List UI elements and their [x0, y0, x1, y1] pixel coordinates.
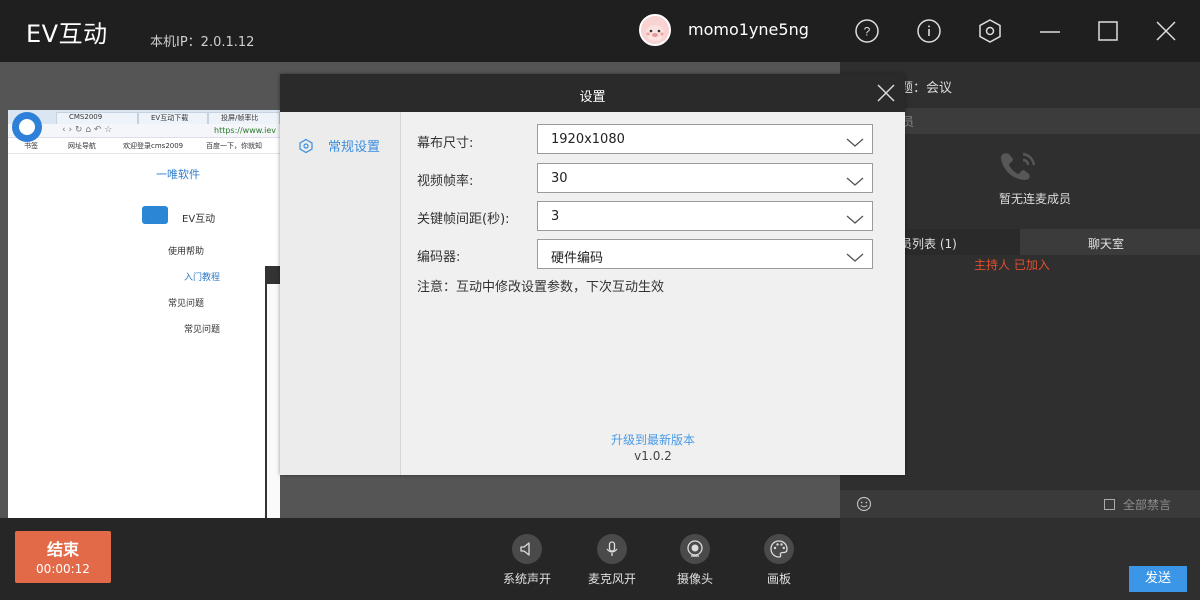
maximize-icon[interactable]: [1094, 17, 1122, 45]
system-sound-label: 系统声开: [502, 572, 551, 586]
site-menu-item: 常见问题: [184, 325, 221, 335]
product-logo-icon: [142, 206, 168, 224]
browser-address-bar: ‹ › ↻ ⌂ ↶ ☆ https://www.iev: [8, 124, 280, 138]
tab-chat-room[interactable]: 聊天室: [1020, 229, 1200, 255]
chevron-down-icon: [846, 210, 864, 229]
nested-screen-preview: [265, 266, 280, 526]
app-title: EV互动: [26, 20, 108, 48]
send-button[interactable]: 发送: [1129, 566, 1187, 592]
canvas-size-label: 幕布尺寸:: [417, 136, 474, 151]
settings-dialog: 设置 常规设置 幕布尺寸: 1920x1080 视频帧率: 30 关键帧间距(秒…: [280, 74, 905, 475]
whiteboard-button[interactable]: 画板: [744, 534, 814, 587]
camera-icon: [680, 534, 710, 564]
checkbox-box: [1104, 499, 1115, 510]
site-menu-item: 入门教程: [184, 273, 221, 283]
settings-sidebar: 常规设置: [280, 112, 401, 475]
minimize-icon[interactable]: [1036, 17, 1064, 45]
dialog-title: 设置: [579, 90, 606, 105]
nav-general-label: 常规设置: [328, 140, 381, 155]
bottom-toolbar: 结束 00:00:12 系统声开 麦克风开 摄像头 画板: [0, 518, 840, 600]
chevron-down-icon: [846, 248, 864, 267]
browser-tab: EV互动下载: [138, 112, 208, 124]
mute-all-checkbox[interactable]: 全部禁言: [1104, 496, 1171, 513]
tab-member-list-label: 员列表 (1): [900, 237, 957, 251]
site-menu-item: 常见问题: [168, 299, 205, 309]
phone-icon: [995, 150, 1041, 184]
keyframe-interval-label: 关键帧间距(秒):: [417, 212, 510, 227]
speaker-icon: [512, 534, 542, 564]
system-sound-toggle[interactable]: 系统声开: [492, 534, 562, 587]
title-bar: EV互动 本机IP：2.0.1.12 momo1yne5ng ?: [0, 0, 1200, 62]
microphone-label: 麦克风开: [587, 572, 636, 586]
camera-label: 摄像头: [676, 572, 713, 586]
browser-url: https://www.iev: [214, 126, 276, 135]
frame-rate-label: 视频帧率:: [417, 174, 474, 189]
browser-favorites-bar: 书签 网址导航 欢迎登录cms2009 百度一下，你就知: [8, 138, 280, 154]
frame-rate-select[interactable]: 30: [537, 163, 873, 193]
session-timer: 00:00:12: [36, 562, 90, 576]
encoder-value: 硬件编码: [551, 251, 604, 266]
help-icon[interactable]: ?: [853, 17, 881, 45]
microphone-icon: [597, 534, 627, 564]
favorite-item: 百度一下，你就知: [206, 142, 262, 150]
chevron-down-icon: [846, 133, 864, 152]
browser-tab: 投屏/帧率比: [208, 112, 280, 124]
keyframe-interval-value: 3: [551, 209, 560, 224]
tab-chat-room-label: 聊天室: [1088, 237, 1125, 251]
favorite-item: 网址导航: [68, 142, 96, 150]
username[interactable]: momo1yne5ng: [688, 20, 809, 39]
end-session-button[interactable]: 结束 00:00:12: [15, 531, 111, 583]
canvas-size-select[interactable]: 1920x1080: [537, 124, 873, 154]
camera-toggle[interactable]: 摄像头: [660, 534, 730, 587]
hex-settings-icon: [299, 138, 313, 153]
settings-hex-icon[interactable]: [976, 17, 1004, 45]
local-ip-label: 本机IP：2.0.1.12: [150, 35, 255, 50]
encoder-select[interactable]: 硬件编码: [537, 239, 873, 269]
emoji-icon[interactable]: [856, 496, 872, 516]
chevron-down-icon: [846, 172, 864, 191]
browser-tab: CMS2009: [56, 112, 138, 124]
upgrade-link[interactable]: 升级到最新版本: [401, 431, 905, 448]
browser-tab-strip: CMS2009 EV互动下载 投屏/帧率比: [8, 110, 280, 124]
browser-nav-glyphs: ‹ › ↻ ⌂ ↶ ☆: [62, 125, 113, 135]
close-icon[interactable]: [1152, 17, 1180, 45]
dialog-header: 设置: [280, 74, 905, 112]
site-menu-item: 使用帮助: [168, 247, 205, 257]
chat-toolbar: 全部禁言: [840, 490, 1200, 518]
end-button-label: 结束: [46, 540, 79, 559]
dialog-close-icon[interactable]: [875, 82, 897, 104]
favorite-item: 欢迎登录cms2009: [123, 142, 184, 150]
encoder-label: 编码器:: [417, 250, 461, 265]
frame-rate-value: 30: [551, 171, 568, 186]
site-brand: 一唯软件: [156, 168, 200, 181]
version-label: v1.0.2: [634, 449, 672, 463]
canvas-size-value: 1920x1080: [551, 132, 625, 147]
avatar[interactable]: [639, 14, 671, 46]
settings-note: 注意：互动中修改设置参数，下次互动生效: [417, 280, 665, 295]
site-product: EV互动: [182, 214, 216, 225]
whiteboard-label: 画板: [766, 572, 791, 586]
favorite-item: 书签: [24, 142, 38, 150]
microphone-toggle[interactable]: 麦克风开: [577, 534, 647, 587]
svg-text:?: ?: [864, 25, 871, 39]
info-icon[interactable]: [915, 17, 943, 45]
palette-icon: [764, 534, 794, 564]
browser-logo-icon: [12, 112, 42, 142]
mute-all-label: 全部禁言: [1123, 498, 1172, 512]
room-title: 题：会议: [900, 81, 953, 96]
keyframe-interval-select[interactable]: 3: [537, 201, 873, 231]
shared-screen-preview: CMS2009 EV互动下载 投屏/帧率比 ‹ › ↻ ⌂ ↶ ☆ https:…: [8, 110, 280, 530]
member-status: 主持人 已加入: [974, 258, 1050, 272]
nav-general-settings[interactable]: 常规设置: [298, 136, 380, 155]
